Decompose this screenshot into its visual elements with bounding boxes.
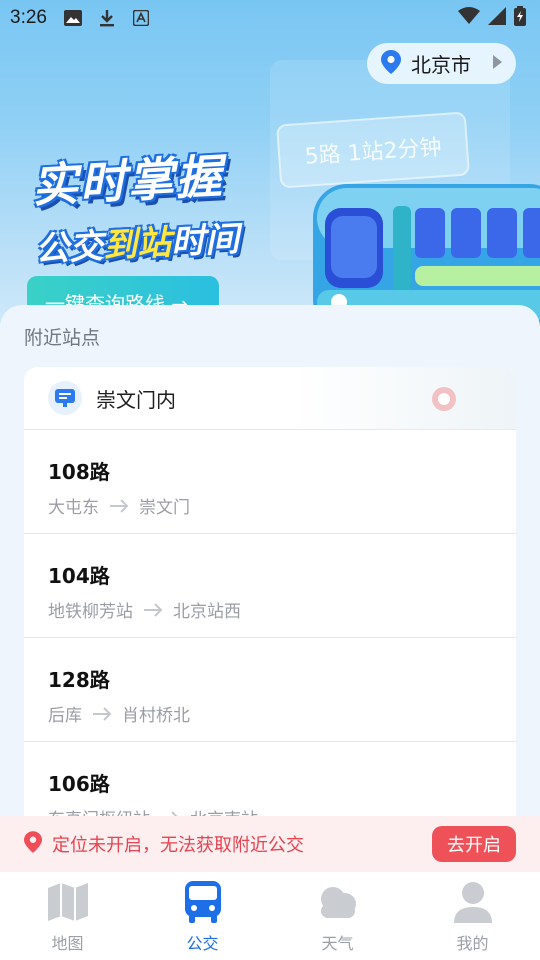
route-item[interactable]: 104路 地铁柳芳站 北京站西 — [24, 534, 516, 638]
tab-weather[interactable]: 天气 — [270, 872, 405, 960]
route-direction: 大屯东 崇文门 — [48, 493, 492, 518]
wifi-icon — [458, 6, 480, 30]
map-marker-icon — [432, 387, 456, 411]
arrow-right-icon — [143, 602, 163, 617]
location-pin-icon — [24, 831, 42, 857]
tab-profile[interactable]: 我的 — [405, 872, 540, 960]
headline-line2: 公交到站时间 — [34, 219, 241, 270]
tab-label: 天气 — [321, 934, 354, 953]
bottom-tab-bar: 地图 公交 天气 我的 — [0, 872, 540, 960]
tab-label: 我的 — [456, 934, 489, 953]
stop-name: 崇文门内 — [96, 387, 176, 412]
route-from: 后库 — [48, 706, 82, 726]
section-title: 附近站点 — [24, 327, 101, 349]
route-direction: 后库 肖村桥北 — [48, 701, 492, 726]
bus-stop-icon — [48, 381, 82, 415]
tab-label: 公交 — [186, 934, 219, 953]
location-alert: 定位未开启，无法获取附近公交 去开启 — [0, 816, 540, 872]
city-label: 北京市 — [411, 53, 471, 77]
route-number: 104路 — [48, 564, 110, 588]
route-from: 大屯东 — [48, 498, 99, 518]
route-number: 128路 — [48, 668, 110, 692]
headline-line1: 实时掌握 — [30, 148, 226, 213]
stop-card: 崇文门内 108路 大屯东 崇文门 104路 地铁柳芳站 北京站西 128路 后库 肖… — [24, 367, 516, 887]
stop-header[interactable]: 崇文门内 — [24, 367, 516, 430]
route-to: 肖村桥北 — [122, 706, 190, 726]
route-number: 106路 — [48, 772, 110, 796]
route-item[interactable]: 128路 后库 肖村桥北 — [24, 638, 516, 742]
banner-headline: 实时掌握 公交到站时间 — [30, 139, 240, 271]
battery-icon — [514, 5, 526, 31]
tab-map[interactable]: 地图 — [0, 872, 135, 960]
route-direction: 地铁柳芳站 北京站西 — [48, 597, 492, 622]
cloud-icon — [316, 880, 360, 924]
signal-icon — [488, 6, 506, 30]
arrow-right-icon — [109, 498, 129, 513]
download-icon — [97, 8, 117, 28]
enable-location-button[interactable]: 去开启 — [432, 826, 516, 862]
image-icon — [63, 8, 83, 28]
route-number: 108路 — [48, 460, 110, 484]
bus-icon — [181, 880, 225, 924]
status-time: 3:26 — [10, 7, 47, 28]
city-selector[interactable]: 北京市 — [367, 43, 516, 84]
alert-message: 定位未开启，无法获取附近公交 — [52, 835, 304, 856]
status-bar: 3:26 — [0, 0, 540, 36]
route-list: 108路 大屯东 崇文门 104路 地铁柳芳站 北京站西 128路 后库 肖村桥北 1… — [24, 430, 516, 846]
user-icon — [451, 880, 495, 924]
route-item[interactable]: 108路 大屯东 崇文门 — [24, 430, 516, 534]
tab-label: 地图 — [51, 934, 84, 953]
route-from: 地铁柳芳站 — [48, 602, 133, 622]
nearby-sheet: 附近站点 崇文门内 108路 大屯东 崇文门 104路 地铁柳芳站 北京站西 128… — [0, 305, 540, 887]
font-icon — [131, 8, 151, 28]
map-icon — [46, 880, 90, 924]
headline-highlight: 到站 — [102, 222, 173, 267]
location-pin-icon — [381, 49, 401, 78]
tab-bus[interactable]: 公交 — [135, 872, 270, 960]
route-to: 北京站西 — [173, 602, 241, 622]
route-to: 崇文门 — [139, 498, 190, 518]
status-right — [458, 5, 526, 31]
chevron-right-icon — [492, 54, 502, 73]
arrow-right-icon — [92, 706, 112, 721]
